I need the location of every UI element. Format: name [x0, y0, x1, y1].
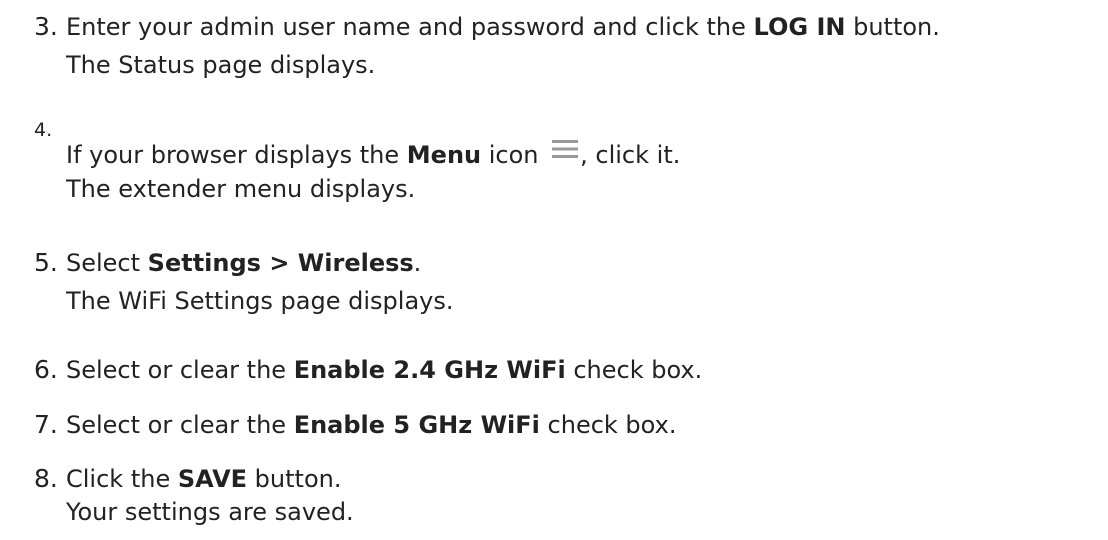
- instruction-text: button.: [247, 465, 342, 493]
- save-button-label: SAVE: [177, 465, 248, 493]
- step-number: 4.: [34, 119, 53, 141]
- step-number: 6.: [34, 355, 58, 384]
- instruction-text: check box.: [565, 356, 703, 384]
- settings-wireless-path: Settings > Wireless: [147, 249, 414, 277]
- step-instruction: If your browser displays the Menu icon ,…: [66, 138, 680, 172]
- step-instruction: Enter your admin user name and password …: [66, 10, 940, 44]
- menu-icon: [552, 140, 579, 158]
- instruction-text: Select: [66, 249, 148, 277]
- instruction-text: , click it.: [580, 141, 681, 169]
- instruction-text: icon: [481, 141, 547, 169]
- menu-label: Menu: [406, 141, 482, 169]
- step-instruction: Select or clear the Enable 5 GHz WiFi ch…: [66, 408, 676, 442]
- log-in-button-label: LOG IN: [753, 13, 846, 41]
- instruction-text: button.: [845, 13, 940, 41]
- step-number: 3.: [34, 12, 58, 41]
- step-instruction: Select or clear the Enable 2.4 GHz WiFi …: [66, 353, 702, 387]
- instruction-text: check box.: [539, 411, 677, 439]
- step-number: 8.: [34, 464, 58, 493]
- step-result: The Status page displays.: [66, 51, 376, 79]
- enable-2-4ghz-label: Enable 2.4 GHz WiFi: [293, 356, 566, 384]
- instruction-text: Select or clear the: [66, 411, 294, 439]
- instruction-text: If your browser displays the: [66, 141, 407, 169]
- instruction-text: Click the: [66, 465, 178, 493]
- enable-5ghz-label: Enable 5 GHz WiFi: [293, 411, 540, 439]
- step-result: The WiFi Settings page displays.: [66, 287, 454, 315]
- instruction-text: Select or clear the: [66, 356, 294, 384]
- instruction-text: .: [413, 249, 422, 277]
- step-number: 7.: [34, 410, 58, 439]
- step-result: Your settings are saved.: [66, 498, 354, 526]
- step-result: The extender menu displays.: [66, 175, 416, 203]
- step-instruction: Select Settings > Wireless.: [66, 246, 421, 280]
- step-number: 5.: [34, 248, 58, 277]
- step-instruction: Click the SAVE button.: [66, 462, 341, 496]
- instruction-text: Enter your admin user name and password …: [66, 13, 754, 41]
